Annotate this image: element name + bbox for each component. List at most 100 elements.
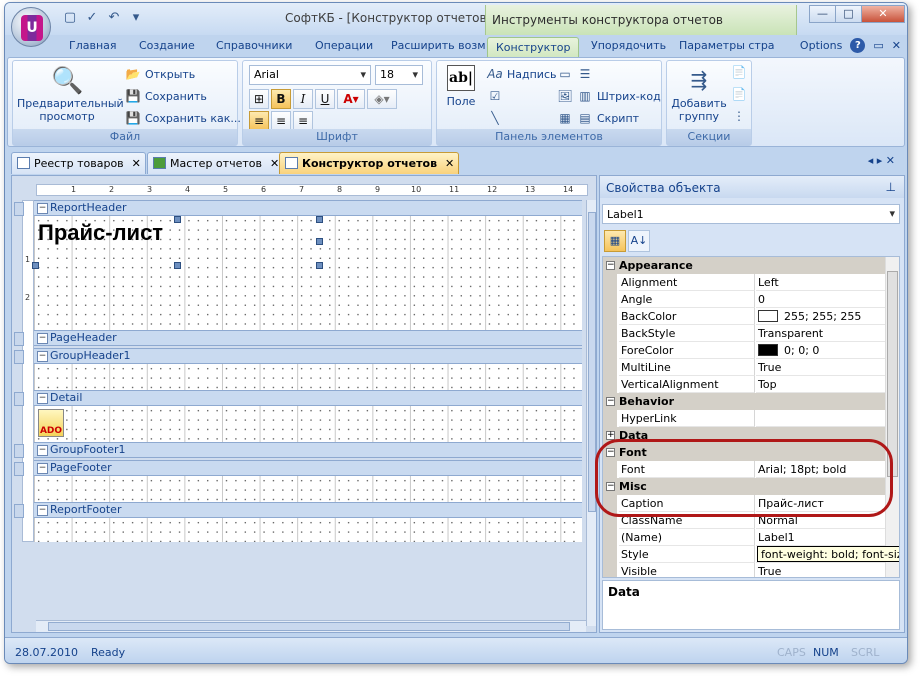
prop-value[interactable]: 255; 255; 255 xyxy=(756,308,886,325)
customize-qat-icon[interactable]: ▾ xyxy=(127,9,145,27)
align-left-icon[interactable]: ≡ xyxy=(249,111,269,131)
tab-home[interactable]: Главная xyxy=(69,39,117,52)
prop-value[interactable]: 0 xyxy=(756,291,886,308)
font-color-icon[interactable]: A▾ xyxy=(337,89,365,109)
underline-button[interactable]: U xyxy=(315,89,335,109)
categorized-view-icon[interactable]: ▦ xyxy=(604,230,626,252)
close-icon[interactable]: ✕ xyxy=(132,157,141,170)
band-selector[interactable] xyxy=(14,504,24,518)
tab-create[interactable]: Создание xyxy=(139,39,195,52)
section-tool-2[interactable]: 📄 xyxy=(731,87,747,101)
prop-value[interactable] xyxy=(756,410,886,427)
add-group-button[interactable]: ⇶ Добавить группу xyxy=(669,67,729,123)
band-page-header[interactable]: PageHeader xyxy=(34,330,582,346)
save-as-button[interactable]: 💾 Сохранить как... xyxy=(125,111,241,125)
tab-extend[interactable]: Расширить возм xyxy=(391,39,486,52)
doc-tab-designer[interactable]: Конструктор отчетов ✕ xyxy=(279,152,460,174)
designer-horizontal-scrollbar[interactable] xyxy=(36,620,586,632)
prop-backstyle[interactable]: BackStyle Transparent xyxy=(603,325,886,342)
script-tool-button[interactable]: ▦ ▤ Скрипт xyxy=(557,111,639,125)
report-footer-area[interactable] xyxy=(34,518,582,542)
bold-button[interactable]: B xyxy=(271,89,291,109)
prop-name-field[interactable]: (Name) Label1 xyxy=(603,529,886,546)
prop-multiline[interactable]: MultiLine True xyxy=(603,359,886,376)
group-header-area[interactable] xyxy=(34,364,582,390)
font-size-combo[interactable]: 18 xyxy=(375,65,423,85)
band-selector[interactable] xyxy=(14,332,24,346)
scroll-thumb[interactable] xyxy=(887,271,898,477)
new-document-icon[interactable]: ▢ xyxy=(61,9,79,27)
band-selector[interactable] xyxy=(14,350,24,364)
border-icon[interactable]: ⊞ xyxy=(249,89,269,109)
resize-handle[interactable] xyxy=(174,216,181,223)
tab-operations[interactable]: Операции xyxy=(315,39,373,52)
barcode-tool-button[interactable]: 🖼 ▥ Штрих-код xyxy=(557,89,660,103)
tab-designer[interactable]: Конструктор xyxy=(487,37,580,59)
rectangle-tool[interactable]: ▭ ☰ xyxy=(557,67,593,81)
category-behavior[interactable]: − Behavior xyxy=(603,393,885,410)
tab-nav-arrows[interactable]: ◂ ▸ ✕ xyxy=(868,154,895,167)
tab-references[interactable]: Справочники xyxy=(216,39,292,52)
band-selector[interactable] xyxy=(14,392,24,406)
pin-icon[interactable]: ⊥ xyxy=(886,180,896,194)
save-button[interactable]: 💾 Сохранить xyxy=(125,89,207,103)
designer-vertical-scrollbar[interactable] xyxy=(586,200,596,626)
band-detail[interactable]: Detail xyxy=(34,390,582,406)
checkmark-icon[interactable]: ✓ xyxy=(83,9,101,27)
band-selector[interactable] xyxy=(14,444,24,458)
collapse-icon[interactable]: − xyxy=(606,397,615,406)
ado-data-source-icon[interactable]: ADO xyxy=(38,409,64,437)
band-selector[interactable] xyxy=(14,202,24,216)
prop-vertical-alignment[interactable]: VerticalAlignment Top xyxy=(603,376,886,393)
alphabetical-sort-icon[interactable]: A↓ xyxy=(628,230,650,252)
doc-tab-registry[interactable]: Реестр товаров ✕ xyxy=(11,152,146,174)
resize-handle[interactable] xyxy=(316,238,323,245)
minimize-button[interactable]: — xyxy=(809,5,836,23)
prop-alignment[interactable]: Alignment Left xyxy=(603,274,886,291)
scroll-thumb[interactable] xyxy=(48,622,570,631)
fill-color-icon[interactable]: ◈▾ xyxy=(367,89,397,109)
prop-value[interactable]: Top xyxy=(756,376,886,393)
tab-page-settings[interactable]: Параметры стра xyxy=(679,39,775,52)
resize-handle[interactable] xyxy=(316,262,323,269)
prop-value[interactable]: Transparent xyxy=(756,325,886,342)
prop-value[interactable]: Label1 xyxy=(756,529,886,546)
options-menu[interactable]: Options xyxy=(800,39,842,52)
category-appearance[interactable]: − Appearance xyxy=(603,257,885,274)
close-button[interactable]: ✕ xyxy=(861,5,905,23)
detail-area[interactable] xyxy=(34,406,582,442)
restore-ribbon-icon[interactable]: ▭ xyxy=(873,39,883,52)
page-footer-area[interactable] xyxy=(34,476,582,502)
resize-handle[interactable] xyxy=(32,262,39,269)
collapse-icon[interactable]: − xyxy=(606,261,615,270)
field-button[interactable]: ab| Поле xyxy=(441,65,481,108)
prop-value[interactable]: 0; 0; 0 xyxy=(756,342,886,359)
section-tool-3[interactable]: ⋮ xyxy=(731,109,747,123)
open-button[interactable]: 📂 Открыть xyxy=(125,67,196,81)
label-tool-button[interactable]: Aa Надпись xyxy=(487,67,556,81)
line-tool[interactable]: ╲ xyxy=(487,111,503,125)
object-selector[interactable]: Label1 xyxy=(602,204,900,224)
property-grid-scrollbar[interactable] xyxy=(885,257,899,577)
checkbox-tool[interactable]: ☑ xyxy=(487,89,503,103)
prop-backcolor[interactable]: BackColor 255; 255; 255 xyxy=(603,308,886,325)
preview-button[interactable]: 🔍 Предварительный просмотр xyxy=(17,65,124,123)
close-document-icon[interactable]: ✕ xyxy=(892,39,901,52)
prop-angle[interactable]: Angle 0 xyxy=(603,291,886,308)
band-page-footer[interactable]: PageFooter xyxy=(34,460,582,476)
prop-value[interactable]: Left xyxy=(756,274,886,291)
band-selector[interactable] xyxy=(14,462,24,476)
font-family-combo[interactable]: Arial xyxy=(249,65,371,85)
section-tool-1[interactable]: 📄 xyxy=(731,65,747,79)
tab-arrange[interactable]: Упорядочить xyxy=(591,39,666,52)
close-icon[interactable]: ✕ xyxy=(445,157,454,170)
prop-value[interactable]: True xyxy=(756,563,886,577)
doc-tab-wizard[interactable]: Мастер отчетов ✕ xyxy=(147,152,285,174)
prop-forecolor[interactable]: ForeColor 0; 0; 0 xyxy=(603,342,886,359)
maximize-button[interactable]: □ xyxy=(835,5,862,23)
prop-visible[interactable]: Visible True xyxy=(603,563,886,577)
prop-value[interactable]: True xyxy=(756,359,886,376)
band-group-footer[interactable]: GroupFooter1 xyxy=(34,442,582,458)
undo-icon[interactable]: ↶ xyxy=(105,9,123,27)
band-group-header[interactable]: GroupHeader1 xyxy=(34,348,582,364)
